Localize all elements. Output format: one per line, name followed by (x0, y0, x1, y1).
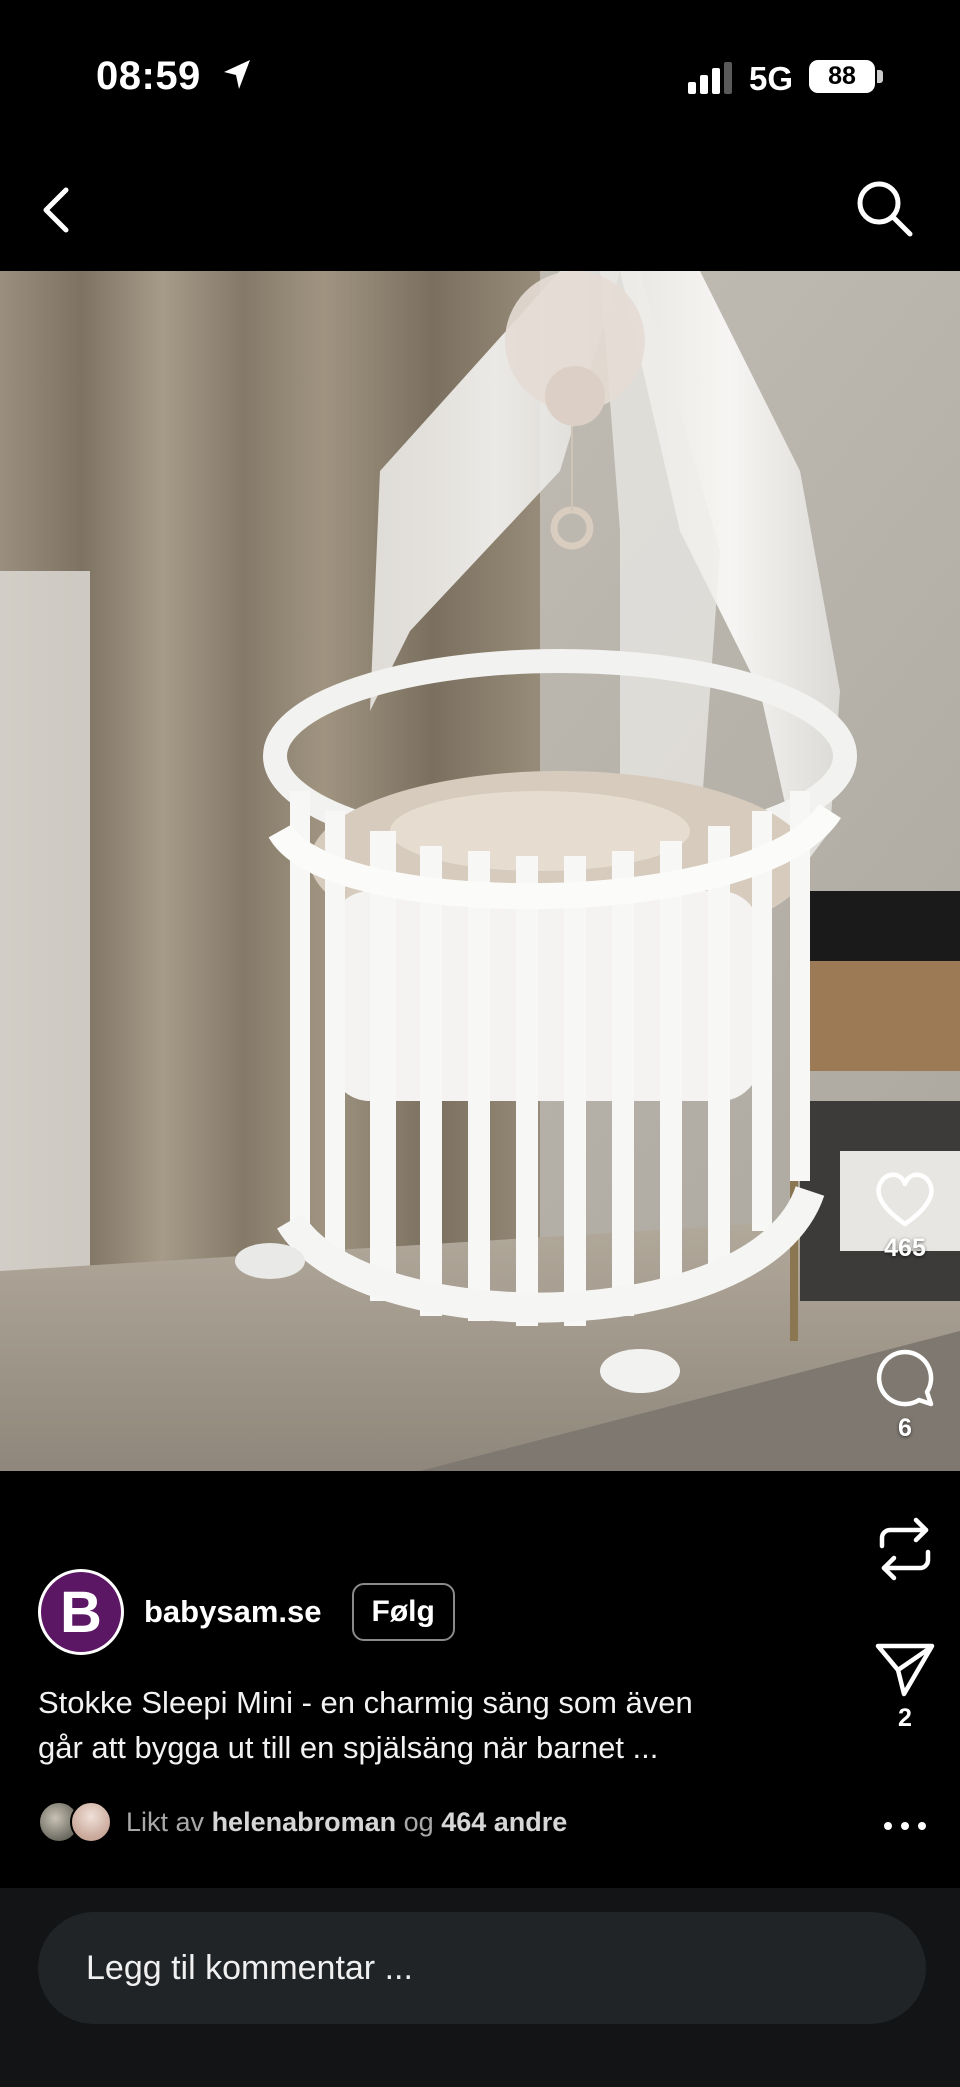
like-action[interactable]: 465 (850, 1170, 960, 1263)
repost-icon[interactable] (874, 1516, 936, 1582)
likes-user[interactable]: helenabroman (212, 1807, 397, 1837)
likes-conj: og (403, 1806, 434, 1837)
like-count: 465 (884, 1234, 926, 1262)
signal-icon (688, 62, 732, 94)
battery-indicator: 88 (809, 60, 875, 93)
action-column: 465 6 2 (850, 1170, 960, 1850)
comment-icon[interactable] (873, 1346, 937, 1408)
author-name[interactable]: babysam.se (144, 1594, 322, 1630)
more-action[interactable] (850, 1820, 960, 1832)
avatar-letter: B (41, 1572, 121, 1652)
comment-bar: Legg til kommentar ... (0, 1888, 960, 2087)
location-arrow-icon (224, 60, 250, 89)
caption-line-2: går att bygga ut till en spjälsäng när b… (38, 1730, 659, 1765)
send-action[interactable]: 2 (850, 1640, 960, 1733)
author-row: B babysam.se Følg (38, 1569, 455, 1655)
comment-action[interactable]: 6 (850, 1346, 960, 1443)
battery-cap (877, 70, 883, 83)
share-count: 2 (898, 1704, 912, 1732)
avatar[interactable]: B (38, 1569, 124, 1655)
send-icon[interactable] (874, 1640, 936, 1698)
crib-photo (0, 271, 960, 1471)
status-time: 08:59 (96, 54, 201, 98)
top-nav (0, 150, 960, 270)
network-type: 5G (749, 60, 794, 97)
more-icon[interactable] (880, 1820, 930, 1832)
likes-row[interactable]: Likt av helenabroman og 464 andre (38, 1800, 567, 1844)
likes-others[interactable]: 464 andre (441, 1807, 567, 1837)
likes-text: Likt av helenabroman og 464 andre (126, 1807, 567, 1838)
status-bar: 08:59 5G 88 (0, 0, 960, 150)
post-caption[interactable]: Stokke Sleepi Mini - en charmig säng som… (38, 1680, 798, 1770)
repost-action[interactable] (850, 1516, 960, 1582)
comment-count: 6 (898, 1414, 912, 1442)
comment-input[interactable]: Legg til kommentar ... (38, 1912, 926, 2024)
likes-prefix: Likt av (126, 1806, 205, 1837)
back-icon[interactable] (34, 182, 80, 238)
liker-avatar (70, 1801, 112, 1843)
post-image[interactable] (0, 271, 960, 1471)
follow-button[interactable]: Følg (351, 1583, 455, 1641)
heart-icon[interactable] (873, 1170, 937, 1228)
search-icon[interactable] (852, 176, 916, 240)
caption-line-1: Stokke Sleepi Mini - en charmig säng som… (38, 1685, 693, 1720)
